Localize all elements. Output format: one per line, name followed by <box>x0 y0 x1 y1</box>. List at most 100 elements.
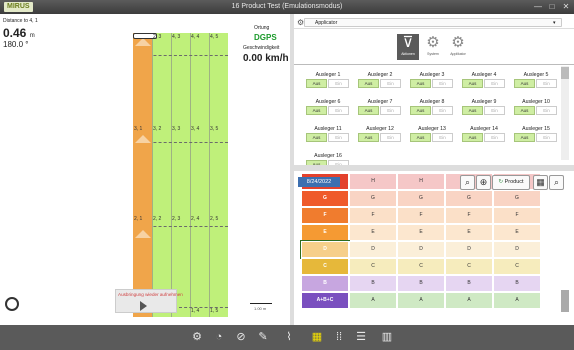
boom-on-button[interactable]: Ein <box>432 106 453 115</box>
boom-on-button[interactable]: Ein <box>328 79 349 88</box>
boom-off-button[interactable]: Aus <box>306 133 327 142</box>
grid-row-label[interactable]: A+B+C <box>301 292 349 309</box>
grid-cell[interactable]: H <box>397 173 445 190</box>
tab-system[interactable]: ⚙ System <box>422 34 444 60</box>
grid-cell[interactable]: E <box>493 224 541 241</box>
grid-cell[interactable]: F <box>445 207 493 224</box>
boom-off-button[interactable]: Aus <box>514 106 535 115</box>
maximize-button[interactable]: □ <box>546 2 558 12</box>
boom-off-button[interactable]: Aus <box>410 133 431 142</box>
grid-row-label[interactable]: B <box>301 275 349 292</box>
grid-cell[interactable]: D <box>397 241 445 258</box>
boom-off-button[interactable]: Aus <box>514 79 535 88</box>
boom-on-button[interactable]: Ein <box>484 106 505 115</box>
grid-cell[interactable]: A <box>445 292 493 309</box>
boom-off-button[interactable]: Aus <box>514 133 535 142</box>
boom-off-button[interactable]: Aus <box>462 106 483 115</box>
pie-icon[interactable]: ◔ <box>212 330 226 344</box>
grid-cell[interactable]: C <box>349 258 397 275</box>
grid-cell[interactable]: A <box>397 292 445 309</box>
grid-cell[interactable]: B <box>493 275 541 292</box>
table-icon[interactable]: ▥ <box>380 330 394 344</box>
grid-row-label[interactable]: E <box>301 224 349 241</box>
grid-cell[interactable]: D <box>445 241 493 258</box>
tab-applikator[interactable]: ⚙ Applikator <box>447 34 469 60</box>
date-label[interactable]: 8/24/2022 <box>298 177 340 187</box>
grid-cell[interactable]: C <box>493 258 541 275</box>
boom-on-button[interactable]: Ein <box>484 79 505 88</box>
tab-aktionen[interactable]: ⊽ Aktionen <box>397 34 419 60</box>
zoom-in-icon[interactable]: ⊕ <box>476 175 491 190</box>
grid-cell[interactable]: C <box>397 258 445 275</box>
product-button[interactable]: ↻ Product <box>492 175 530 190</box>
boom-on-button[interactable]: Ein <box>536 79 557 88</box>
grid-cell[interactable]: G <box>493 190 541 207</box>
boom-off-button[interactable]: Aus <box>358 133 379 142</box>
boom-on-button[interactable]: Ein <box>328 133 349 142</box>
grid-cell[interactable]: B <box>397 275 445 292</box>
boom-on-button[interactable]: Ein <box>380 106 401 115</box>
grid-row[interactable]: GGGGG <box>301 190 541 207</box>
grid-row-label[interactable]: F <box>301 207 349 224</box>
grid-cell[interactable]: E <box>445 224 493 241</box>
boom-off-button[interactable]: Aus <box>462 79 483 88</box>
product-grid[interactable]: HHHHHGGGGGFFFFFEEEEEDDDDDCCCCCBBBBBA+B+C… <box>300 173 541 309</box>
grid-cell[interactable]: B <box>445 275 493 292</box>
grid-cell[interactable]: A <box>493 292 541 309</box>
grid-cell[interactable]: A <box>349 292 397 309</box>
boom-on-button[interactable]: Ein <box>536 133 557 142</box>
grid-row[interactable]: EEEEE <box>301 224 541 241</box>
chart-icon[interactable]: ⌇ <box>282 330 296 344</box>
boom-off-button[interactable]: Aus <box>358 106 379 115</box>
close-button[interactable]: ✕ <box>560 2 572 12</box>
boom-off-button[interactable]: Aus <box>462 133 483 142</box>
boom-on-button[interactable]: Ein <box>536 106 557 115</box>
boom-off-button[interactable]: Aus <box>410 79 431 88</box>
grid-cell[interactable]: D <box>493 241 541 258</box>
grid-dots-icon[interactable]: ⁞⁞ <box>332 330 346 344</box>
list-icon[interactable]: ☰ <box>354 330 368 344</box>
grid-cell[interactable]: B <box>349 275 397 292</box>
compass-icon[interactable]: ⊘ <box>234 330 248 344</box>
grid-cell[interactable]: E <box>349 224 397 241</box>
grid-row-label[interactable]: C <box>301 258 349 275</box>
boom-scrollbar[interactable] <box>561 66 569 160</box>
boom-off-button[interactable]: Aus <box>358 79 379 88</box>
boom-on-button[interactable]: Ein <box>380 133 401 142</box>
resume-application-button[interactable]: Ausbringung wieder aufnehmen <box>115 289 183 313</box>
zoom-out-icon[interactable]: ⌕ <box>460 175 475 190</box>
grid-row-label[interactable]: G <box>301 190 349 207</box>
boom-on-button[interactable]: Ein <box>484 133 505 142</box>
compass-icon[interactable] <box>5 297 19 311</box>
applicator-select[interactable]: Applicator ▾ <box>304 18 562 27</box>
grid-row[interactable]: CCCCC <box>301 258 541 275</box>
grid-cell[interactable]: F <box>397 207 445 224</box>
grid-cell[interactable]: C <box>445 258 493 275</box>
gear-target-icon[interactable]: ⚙ <box>190 330 204 344</box>
grid-cell[interactable]: G <box>445 190 493 207</box>
boom-off-button[interactable]: Aus <box>410 106 431 115</box>
grid-cell[interactable]: H <box>349 173 397 190</box>
grid-cell[interactable]: F <box>349 207 397 224</box>
grid-row[interactable]: BBBBB <box>301 275 541 292</box>
grid-cell[interactable]: E <box>397 224 445 241</box>
minimize-button[interactable]: — <box>532 2 544 12</box>
boom-off-button[interactable]: Aus <box>306 106 327 115</box>
boom-on-button[interactable]: Ein <box>328 106 349 115</box>
grid-row[interactable]: FFFFF <box>301 207 541 224</box>
pencil-icon[interactable]: ✎ <box>256 330 270 344</box>
grid-cell[interactable]: D <box>349 241 397 258</box>
grid-cell[interactable]: F <box>493 207 541 224</box>
tiles-icon[interactable]: ▦ <box>310 330 324 344</box>
search-icon[interactable]: ⌕ <box>549 175 564 190</box>
grid-cell[interactable]: G <box>349 190 397 207</box>
grid-cell[interactable]: G <box>397 190 445 207</box>
boom-on-button[interactable]: Ein <box>380 79 401 88</box>
grid-row-label[interactable]: D <box>300 240 350 259</box>
boom-on-button[interactable]: Ein <box>432 79 453 88</box>
grid-row[interactable]: A+B+C A A A A <box>301 292 541 309</box>
boom-off-button[interactable]: Aus <box>306 79 327 88</box>
grid-scrollbar[interactable] <box>561 290 569 312</box>
boom-on-button[interactable]: Ein <box>432 133 453 142</box>
panel-divider[interactable] <box>294 165 574 171</box>
